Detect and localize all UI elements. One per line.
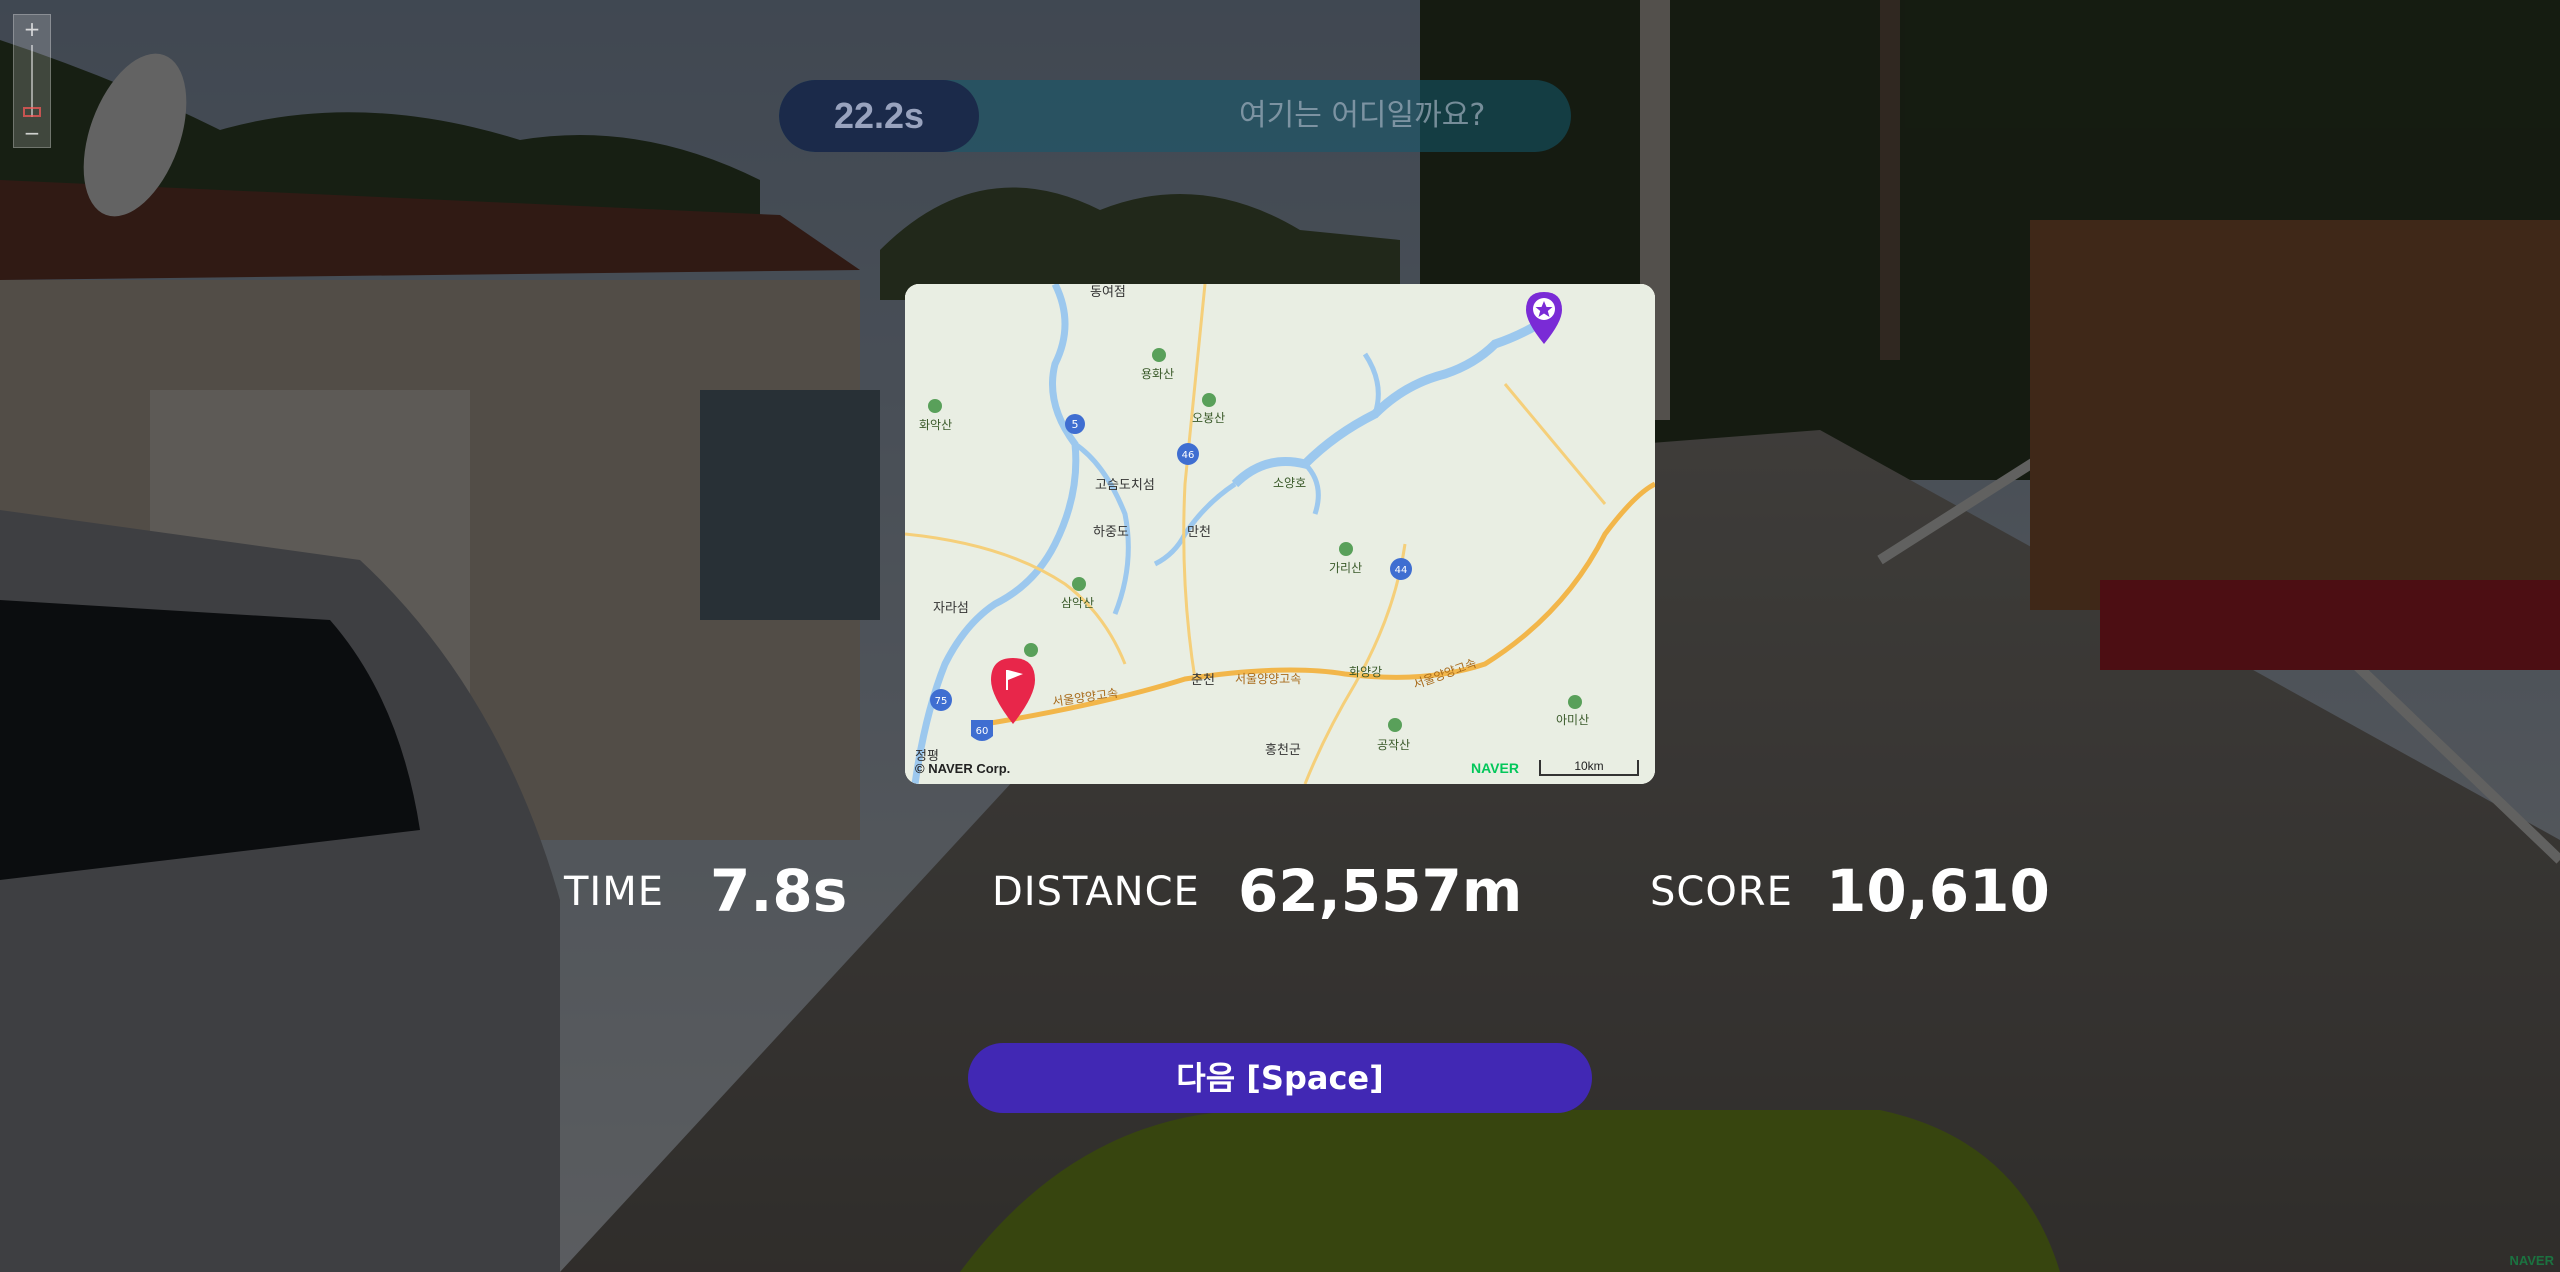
svg-text:75: 75 — [935, 696, 948, 707]
map-copyright: © NAVER Corp. — [915, 761, 1011, 776]
svg-text:60: 60 — [976, 726, 989, 737]
map-label: 삼악산 — [1061, 596, 1094, 610]
map-brand-logo: NAVER — [1471, 760, 1519, 776]
distance-label: DISTANCE — [992, 869, 1200, 915]
map-label: 서울양양고속 — [1235, 672, 1301, 686]
map-label: 동여점 — [1090, 285, 1126, 300]
zoom-control: + − — [13, 14, 51, 148]
zoom-slider-handle[interactable] — [23, 107, 41, 117]
svg-text:46: 46 — [1182, 450, 1195, 461]
map-label: 홍천군 — [1265, 743, 1301, 758]
map-label: 화양강 — [1349, 665, 1382, 679]
time-value: 7.8s — [710, 857, 848, 925]
time-label: TIME — [564, 869, 665, 915]
svg-text:44: 44 — [1395, 565, 1408, 576]
question-prompt: 여기는 어디일까요? — [1239, 98, 1486, 133]
svg-text:5: 5 — [1072, 418, 1079, 431]
distance-value: 62,557m — [1238, 857, 1523, 925]
route-shield-44: 44 — [1390, 558, 1412, 580]
map-label: 용화산 — [1141, 367, 1174, 381]
map-label: 공작산 — [1377, 738, 1410, 752]
map-label: 춘천 — [1191, 673, 1215, 688]
map-label: 소양호 — [1273, 476, 1306, 490]
game-screen: + − 22.2s 여기는 어디일까요? 5 46 44 75 60 동여점 용… — [0, 0, 2560, 1272]
route-shield-60: 60 — [971, 720, 993, 741]
zoom-in-button[interactable]: + — [14, 17, 50, 41]
timer-remaining: 22.2s — [833, 95, 925, 136]
naver-watermark: NAVER — [2509, 1253, 2554, 1268]
route-shield-46: 46 — [1177, 443, 1199, 465]
map-label: 자라섬 — [933, 601, 969, 616]
map-scale-bar: 10km — [1539, 760, 1639, 776]
map-label: 고슴도치섬 — [1095, 478, 1155, 493]
map-canvas: 5 46 44 75 60 동여점 용화산 화악산 오봉산 소양호 고슴도치섬 … — [905, 284, 1655, 784]
route-shield-5: 5 — [1065, 414, 1085, 434]
zoom-out-button[interactable]: − — [14, 121, 50, 145]
timer-bar: 22.2s 여기는 어디일까요? — [779, 80, 1571, 152]
route-shield-75: 75 — [930, 689, 952, 711]
map-label: 오봉산 — [1192, 411, 1225, 425]
map-label: 아미산 — [1556, 713, 1589, 727]
score-value: 10,610 — [1826, 857, 2050, 925]
map-label: 화악산 — [919, 418, 952, 432]
map-label: 만천 — [1187, 525, 1211, 540]
next-round-button[interactable]: 다음 [Space] — [968, 1043, 1592, 1113]
map-label: 가리산 — [1329, 561, 1362, 575]
map-label: 하중도 — [1093, 525, 1129, 540]
result-map[interactable]: 5 46 44 75 60 동여점 용화산 화악산 오봉산 소양호 고슴도치섬 … — [905, 284, 1655, 784]
score-label: SCORE — [1650, 869, 1793, 915]
